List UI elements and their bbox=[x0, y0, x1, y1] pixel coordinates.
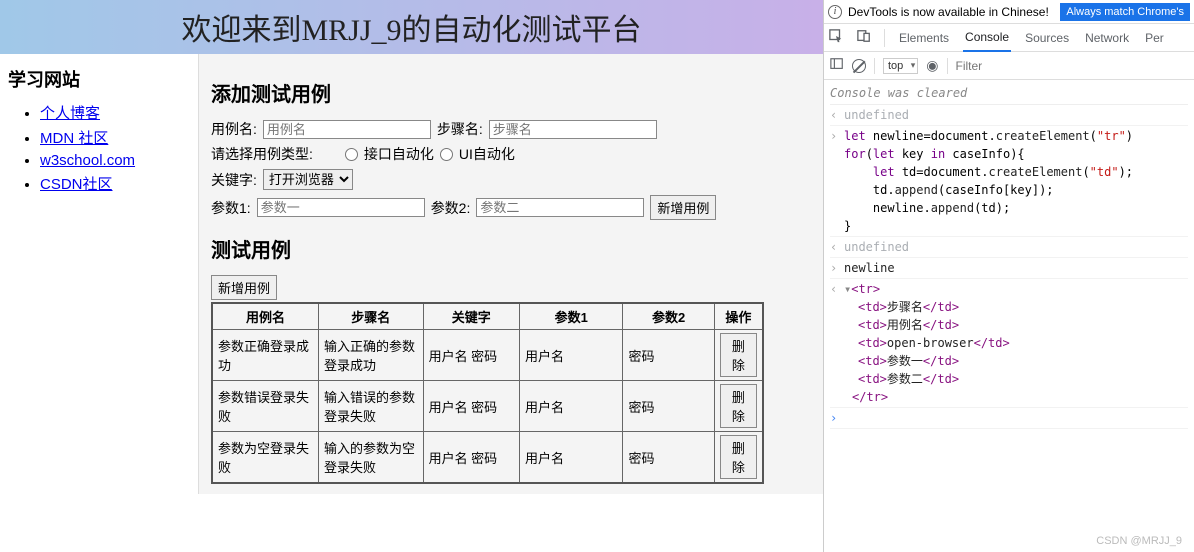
param2-label: 参数2: bbox=[431, 198, 471, 218]
watermark: CSDN @MRJJ_9 bbox=[1096, 535, 1182, 547]
console-toolbar: top ◉ bbox=[824, 52, 1194, 80]
table-cell: 参数正确登录成功 bbox=[212, 330, 319, 381]
table-add-button[interactable]: 新增用例 bbox=[211, 275, 277, 300]
tab-performance[interactable]: Per bbox=[1143, 25, 1166, 51]
test-cases-table: 用例名 步骤名 关键字 参数1 参数2 操作 参数正确登录成功输入正确的参数登录… bbox=[211, 302, 764, 484]
newline-var[interactable]: newline bbox=[844, 259, 895, 277]
td-element[interactable]: <td>用例名</td> bbox=[858, 316, 1010, 334]
keyword-select[interactable]: 打开浏览器 bbox=[263, 169, 353, 190]
tab-network[interactable]: Network bbox=[1083, 25, 1131, 51]
table-cell: 输入正确的参数登录成功 bbox=[319, 330, 424, 381]
output-arrow-icon: ‹ bbox=[830, 238, 840, 256]
td-element[interactable]: <td>步骤名</td> bbox=[858, 298, 1010, 316]
delete-button[interactable]: 删除 bbox=[720, 435, 757, 479]
td-element[interactable]: <td>open-browser</td> bbox=[858, 334, 1010, 352]
console-code-input[interactable]: let newline=document.createElement("tr")… bbox=[844, 127, 1133, 235]
undefined-output: undefined bbox=[844, 238, 909, 256]
case-name-input[interactable] bbox=[263, 120, 431, 139]
page-title: 欢迎来到MRJJ_9的自动化测试平台 bbox=[181, 14, 641, 47]
table-cell: 用户名 密码 bbox=[423, 432, 519, 484]
th-action: 操作 bbox=[714, 303, 763, 330]
table-cell: 输入的参数为空登录失败 bbox=[319, 432, 424, 484]
type-option-api[interactable]: 接口自动化 bbox=[364, 144, 434, 164]
param2-input[interactable] bbox=[476, 198, 644, 217]
type-label: 请选择用例类型: bbox=[211, 144, 313, 164]
th-keyword: 关键字 bbox=[423, 303, 519, 330]
table-cell: 用户名 密码 bbox=[423, 381, 519, 432]
th-param1: 参数1 bbox=[519, 303, 623, 330]
undefined-output: undefined bbox=[844, 106, 909, 124]
th-param2: 参数2 bbox=[623, 303, 714, 330]
sidebar-list: 个人博客 MDN 社区 w3school.com CSDN社区 bbox=[0, 102, 198, 194]
table-cell: 密码 bbox=[623, 432, 714, 484]
input-arrow-icon: › bbox=[830, 259, 840, 277]
delete-button[interactable]: 删除 bbox=[720, 384, 757, 428]
output-arrow-icon: ‹ bbox=[830, 106, 840, 124]
table-cell: 用户名 密码 bbox=[423, 330, 519, 381]
input-arrow-icon: › bbox=[830, 127, 840, 235]
prompt-arrow-icon[interactable]: › bbox=[830, 409, 840, 427]
table-row: 参数正确登录成功输入正确的参数登录成功用户名 密码用户名密码删除 bbox=[212, 330, 763, 381]
add-case-button[interactable]: 新增用例 bbox=[650, 195, 716, 220]
type-option-ui[interactable]: UI自动化 bbox=[459, 144, 515, 164]
td-element[interactable]: <td>参数二</td> bbox=[858, 370, 1010, 388]
console-output: Console was cleared ‹undefined ›let newl… bbox=[824, 80, 1194, 431]
table-cell: 参数为空登录失败 bbox=[212, 432, 319, 484]
table-cell: 输入错误的参数登录失败 bbox=[319, 381, 424, 432]
tab-elements[interactable]: Elements bbox=[897, 25, 951, 51]
banner-text: DevTools is now available in Chinese! bbox=[848, 5, 1049, 19]
filter-input[interactable] bbox=[956, 59, 1076, 73]
sidebar-heading: 学习网站 bbox=[0, 66, 198, 92]
devtools-panel: i DevTools is now available in Chinese! … bbox=[823, 0, 1194, 552]
delete-button[interactable]: 删除 bbox=[720, 333, 757, 377]
sidebar-link-w3school[interactable]: w3school.com bbox=[40, 152, 135, 169]
td-element[interactable]: <td>参数一</td> bbox=[858, 352, 1010, 370]
step-name-label: 步骤名: bbox=[437, 119, 483, 139]
inspect-icon[interactable] bbox=[828, 29, 844, 46]
th-step: 步骤名 bbox=[319, 303, 424, 330]
output-arrow-icon: ‹ bbox=[830, 280, 840, 406]
table-cell: 密码 bbox=[623, 330, 714, 381]
keyword-label: 关键字: bbox=[211, 170, 257, 190]
info-icon: i bbox=[828, 5, 842, 19]
param1-input[interactable] bbox=[257, 198, 425, 217]
table-cell: 密码 bbox=[623, 381, 714, 432]
main-content: 添加测试用例 用例名: 步骤名: 请选择用例类型: 接口自动化 UI自动化 关键… bbox=[198, 54, 823, 494]
type-radio-ui[interactable] bbox=[440, 148, 453, 161]
tr-element-output[interactable]: ▾<tr> <td>步骤名</td><td>用例名</td><td>open-b… bbox=[844, 280, 1010, 406]
step-name-input[interactable] bbox=[489, 120, 657, 139]
table-cell: 用户名 bbox=[519, 330, 623, 381]
devtools-banner: i DevTools is now available in Chinese! … bbox=[824, 0, 1194, 24]
test-cases-heading: 测试用例 bbox=[211, 234, 811, 263]
page-header: 欢迎来到MRJJ_9的自动化测试平台 bbox=[0, 0, 823, 54]
devtools-tabs: Elements Console Sources Network Per bbox=[824, 24, 1194, 52]
th-name: 用例名 bbox=[212, 303, 319, 330]
sidebar-toggle-icon[interactable] bbox=[830, 57, 844, 74]
console-cleared-msg: Console was cleared bbox=[830, 82, 1188, 105]
table-cell: 用户名 bbox=[519, 381, 623, 432]
add-case-heading: 添加测试用例 bbox=[211, 78, 811, 107]
tab-sources[interactable]: Sources bbox=[1023, 25, 1071, 51]
sidebar-link-mdn[interactable]: MDN 社区 bbox=[40, 130, 108, 147]
table-cell: 用户名 bbox=[519, 432, 623, 484]
tab-console[interactable]: Console bbox=[963, 24, 1011, 52]
live-expression-icon[interactable]: ◉ bbox=[926, 57, 938, 74]
context-selector[interactable]: top bbox=[883, 58, 918, 74]
case-name-label: 用例名: bbox=[211, 119, 257, 139]
banner-button[interactable]: Always match Chrome's bbox=[1060, 3, 1190, 21]
param1-label: 参数1: bbox=[211, 198, 251, 218]
type-radio-api[interactable] bbox=[345, 148, 358, 161]
table-row: 参数错误登录失败输入错误的参数登录失败用户名 密码用户名密码删除 bbox=[212, 381, 763, 432]
sidebar-link-csdn[interactable]: CSDN社区 bbox=[40, 176, 113, 193]
sidebar-link-blog[interactable]: 个人博客 bbox=[40, 105, 100, 122]
sidebar: 学习网站 个人博客 MDN 社区 w3school.com CSDN社区 bbox=[0, 54, 198, 494]
clear-console-icon[interactable] bbox=[852, 59, 866, 73]
table-row: 参数为空登录失败输入的参数为空登录失败用户名 密码用户名密码删除 bbox=[212, 432, 763, 484]
table-cell: 参数错误登录失败 bbox=[212, 381, 319, 432]
device-icon[interactable] bbox=[856, 29, 872, 46]
